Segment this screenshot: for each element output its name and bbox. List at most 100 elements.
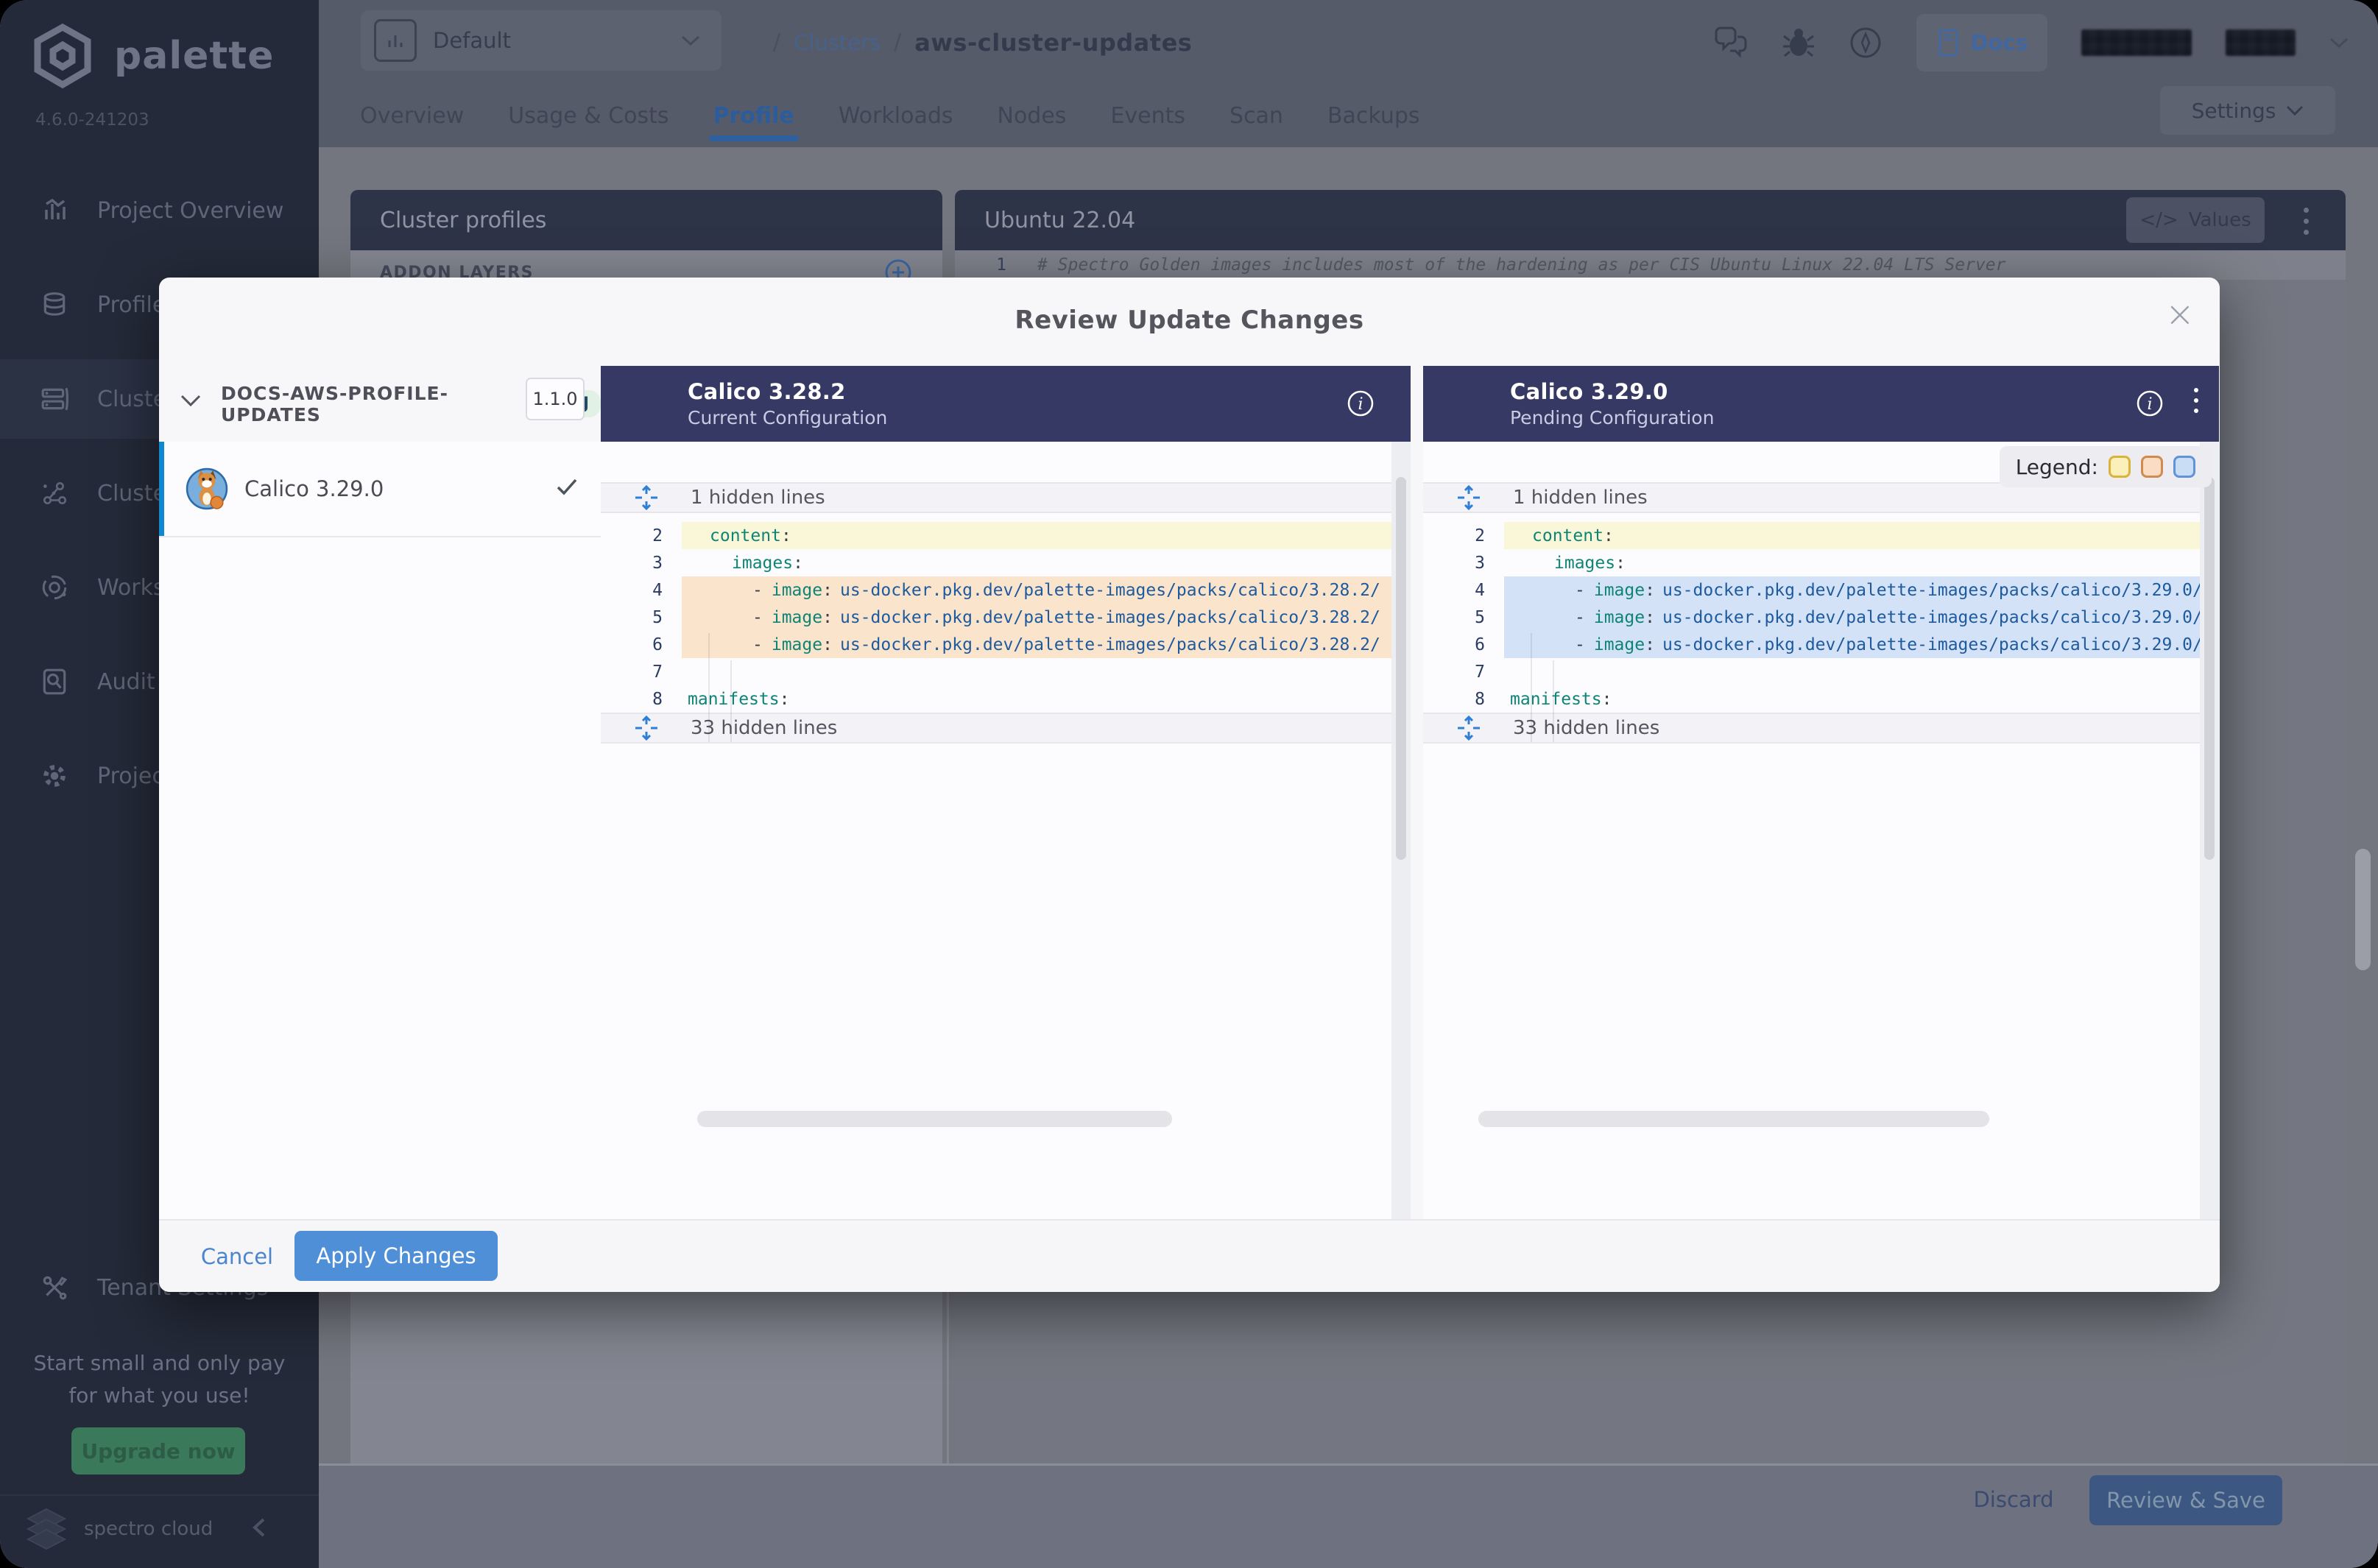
sidebar-collapse-icon[interactable]: [250, 1516, 268, 1539]
cluster-tabs: Overview Usage & Costs Profile Workloads…: [360, 85, 1420, 147]
bug-report-icon[interactable]: [1782, 26, 1815, 60]
breadcrumb: / Clusters / aws-cluster-updates: [773, 0, 1192, 85]
code-rows: 2content: 3images: 4-image:us-docker.pkg…: [601, 522, 1411, 713]
discard-button[interactable]: Discard: [1958, 1475, 2069, 1524]
pane-title: Calico 3.28.2: [688, 379, 1411, 404]
apply-changes-button[interactable]: Apply Changes: [294, 1231, 498, 1281]
tab-nodes[interactable]: Nodes: [998, 85, 1067, 147]
diff-pane-header-pending: Calico 3.29.0 Pending Configuration i: [1423, 366, 2219, 442]
book-icon: [1936, 28, 1961, 57]
hidden-lines-label: 33 hidden lines: [691, 717, 837, 739]
sidebar-item-project-overview[interactable]: Project Overview: [0, 187, 319, 234]
bar-chart-icon: [38, 197, 71, 224]
pane-subtitle: Current Configuration: [688, 407, 1411, 428]
unfold-icon: [1456, 715, 1482, 741]
cancel-button[interactable]: Cancel: [193, 1221, 281, 1292]
vertical-scrollbar[interactable]: [1391, 442, 1411, 1221]
tab-overview[interactable]: Overview: [360, 85, 464, 147]
user-name-redacted: [2081, 29, 2192, 56]
page-scrollbar-thumb[interactable]: [2355, 849, 2371, 970]
code-line: 2content:: [601, 522, 1411, 549]
hidden-lines-top[interactable]: 1 hidden lines: [601, 482, 1411, 513]
chevron-down-icon: [2286, 105, 2304, 116]
code-icon: </>: [2139, 209, 2178, 231]
code-line-added: 4-image:us-docker.pkg.dev/palette-images…: [1423, 576, 2219, 604]
values-label: Values: [2189, 209, 2251, 231]
code-line-added: 5-image:us-docker.pkg.dev/palette-images…: [1423, 604, 2219, 631]
vertical-scrollbar[interactable]: [2200, 442, 2219, 1221]
pack-title: Ubuntu 22.04: [984, 208, 1135, 233]
scrollbar-thumb[interactable]: [1396, 477, 1406, 860]
breadcrumb-clusters-link[interactable]: Clusters: [794, 30, 881, 55]
code-line-removed: 4-image:us-docker.pkg.dev/palette-images…: [601, 576, 1411, 604]
diff-body-current: 1 hidden lines 2content: 3images: 4-imag…: [601, 442, 1411, 1221]
project-selector[interactable]: Default: [361, 10, 721, 71]
help-compass-icon[interactable]: [1849, 26, 1883, 60]
project-chart-icon: [374, 19, 417, 62]
project-selector-label: Default: [433, 28, 511, 53]
feedback-chat-icon[interactable]: [1713, 27, 1749, 59]
info-icon[interactable]: i: [2135, 389, 2164, 418]
tab-backups[interactable]: Backups: [1327, 85, 1420, 147]
upgrade-now-button[interactable]: Upgrade now: [71, 1427, 245, 1475]
info-icon[interactable]: i: [1346, 389, 1375, 418]
indent-guide: [1531, 633, 1532, 742]
code-comment: # Spectro Golden images includes most of…: [1037, 255, 2005, 275]
settings-button[interactable]: Settings: [2160, 86, 2335, 135]
legend-removed-swatch: [2141, 456, 2163, 478]
docs-label: Docs: [1971, 30, 2028, 55]
tab-usage-costs[interactable]: Usage & Costs: [508, 85, 668, 147]
gear-icon: [38, 762, 71, 790]
breadcrumb-cluster-name: aws-cluster-updates: [914, 29, 1192, 57]
indent-guide: [708, 633, 710, 742]
promo-line-1: Start small and only pay: [0, 1347, 319, 1380]
brand-footer: spectro cloud: [24, 1508, 213, 1550]
diff-legend: Legend:: [2000, 446, 2212, 487]
audit-search-doc-icon: [38, 668, 71, 696]
unfold-icon: [633, 715, 660, 741]
breadcrumb-separator: /: [773, 29, 780, 55]
code-line-added: 6-image:us-docker.pkg.dev/palette-images…: [1423, 631, 2219, 658]
tab-scan[interactable]: Scan: [1229, 85, 1283, 147]
pane-subtitle: Pending Configuration: [1510, 407, 2219, 428]
code-line: 7: [1423, 658, 2219, 685]
code-line: 3images:: [601, 549, 1411, 576]
hidden-lines-bottom[interactable]: 33 hidden lines: [1423, 713, 2219, 744]
breadcrumb-separator: /: [894, 29, 901, 55]
pane-title: Calico 3.29.0: [1510, 379, 2219, 404]
tab-workloads[interactable]: Workloads: [839, 85, 953, 147]
horizontal-scrollbar-thumb[interactable]: [1478, 1111, 1989, 1127]
legend-added-swatch: [2173, 456, 2195, 478]
code-line: 3images:: [1423, 549, 2219, 576]
hidden-lines-label: 1 hidden lines: [1513, 487, 1648, 509]
code-line-removed: 6-image:us-docker.pkg.dev/palette-images…: [601, 631, 1411, 658]
app-version: 4.6.0-241203: [35, 110, 149, 130]
review-update-changes-modal: Review Update Changes × DOCS-AWS-PROFILE…: [159, 278, 2220, 1292]
tab-events[interactable]: Events: [1110, 85, 1185, 147]
tab-profile[interactable]: Profile: [713, 85, 794, 147]
sidebar-item-label: Project Overview: [97, 198, 283, 224]
scrollbar-thumb[interactable]: [2204, 477, 2215, 860]
diff-pane-current: Calico 3.28.2 Current Configuration i 1 …: [601, 366, 1411, 1221]
palette-logo: palette: [30, 22, 274, 90]
close-icon[interactable]: ×: [2165, 294, 2195, 335]
horizontal-scrollbar-thumb[interactable]: [697, 1111, 1172, 1127]
network-nodes-icon: [38, 479, 71, 507]
palette-logo-icon: [30, 22, 95, 90]
docs-button[interactable]: Docs: [1916, 14, 2047, 71]
user-menu-chevron-icon[interactable]: [2329, 37, 2349, 49]
profile-version-badge: 1.1.0: [526, 378, 585, 420]
values-button[interactable]: </> Values: [2126, 197, 2265, 243]
review-save-button[interactable]: Review & Save: [2089, 1475, 2282, 1525]
brand-name: spectro cloud: [84, 1518, 213, 1540]
hidden-lines-bottom[interactable]: 33 hidden lines: [601, 713, 1411, 744]
indent-guide: [730, 660, 732, 742]
pack-list-item-calico[interactable]: Calico 3.29.0: [159, 442, 601, 537]
code-line: 2content:: [1423, 522, 2219, 549]
pack-menu-kebab-icon[interactable]: [2291, 200, 2321, 241]
diff-pane-header-current: Calico 3.28.2 Current Configuration i: [601, 366, 1411, 442]
profile-group-header[interactable]: DOCS-AWS-PROFILE-UPDATES PROJ 1.1.0: [159, 366, 601, 443]
modal-title: Review Update Changes: [159, 306, 2220, 335]
pane-menu-kebab-icon[interactable]: [2194, 388, 2198, 413]
modal-footer: Cancel Apply Changes: [159, 1219, 2220, 1292]
